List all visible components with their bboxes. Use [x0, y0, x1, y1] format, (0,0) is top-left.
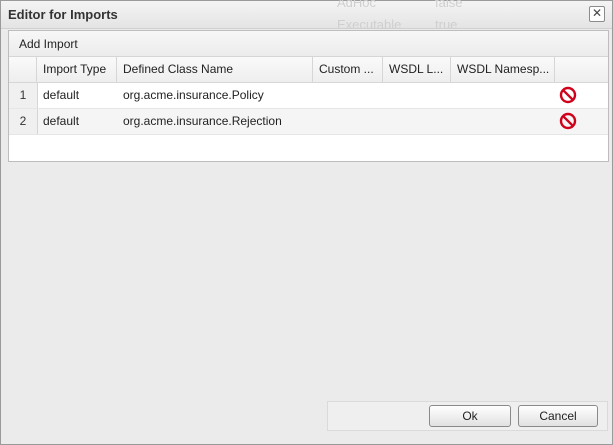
column-header-import-type[interactable]: Import Type [37, 57, 117, 82]
imports-panel: Add Import Import Type Defined Class Nam… [8, 30, 609, 162]
cell-class-name[interactable]: org.acme.insurance.Policy [117, 83, 313, 108]
header-actions [555, 57, 608, 82]
cell-import-type[interactable]: default [37, 83, 117, 108]
cell-wsdl-location[interactable] [383, 83, 451, 108]
cell-wsdl-location[interactable] [383, 109, 451, 134]
imports-editor-dialog: AdHoc false Executable true Editor for I… [0, 0, 613, 445]
background-text: false [435, 0, 463, 10]
cell-wsdl-namespace[interactable] [451, 83, 555, 108]
row-number: 2 [9, 109, 38, 134]
table-row[interactable]: 2 default org.acme.insurance.Rejection [9, 109, 608, 135]
dialog-titlebar[interactable]: AdHoc false Executable true Editor for I… [1, 0, 612, 32]
table-row[interactable]: 1 default org.acme.insurance.Policy [9, 83, 608, 109]
cell-custom[interactable] [313, 83, 383, 108]
close-button[interactable]: ✕ [589, 6, 605, 22]
column-header-class-name[interactable]: Defined Class Name [117, 57, 313, 82]
column-header-custom[interactable]: Custom ... [313, 57, 383, 82]
column-header-wsdl-location[interactable]: WSDL L... [383, 57, 451, 82]
toolbar: Add Import [9, 31, 608, 57]
ok-button[interactable]: Ok [429, 405, 511, 427]
cell-wsdl-namespace[interactable] [451, 109, 555, 134]
imports-grid: Import Type Defined Class Name Custom ..… [9, 57, 608, 135]
cell-custom[interactable] [313, 109, 383, 134]
cell-class-name[interactable]: org.acme.insurance.Rejection [117, 109, 313, 134]
grid-header-row: Import Type Defined Class Name Custom ..… [9, 57, 608, 83]
delete-icon[interactable] [559, 112, 577, 130]
dialog-title: Editor for Imports [8, 7, 118, 22]
row-number: 1 [9, 83, 38, 108]
close-icon: ✕ [591, 6, 603, 20]
cell-import-type[interactable]: default [37, 109, 117, 134]
add-import-button[interactable]: Add Import [19, 37, 78, 51]
cancel-button[interactable]: Cancel [518, 405, 598, 427]
header-rownum [9, 57, 37, 82]
background-text: AdHoc [337, 0, 377, 10]
delete-icon[interactable] [559, 86, 577, 104]
column-header-wsdl-namespace[interactable]: WSDL Namesp... [451, 57, 555, 82]
